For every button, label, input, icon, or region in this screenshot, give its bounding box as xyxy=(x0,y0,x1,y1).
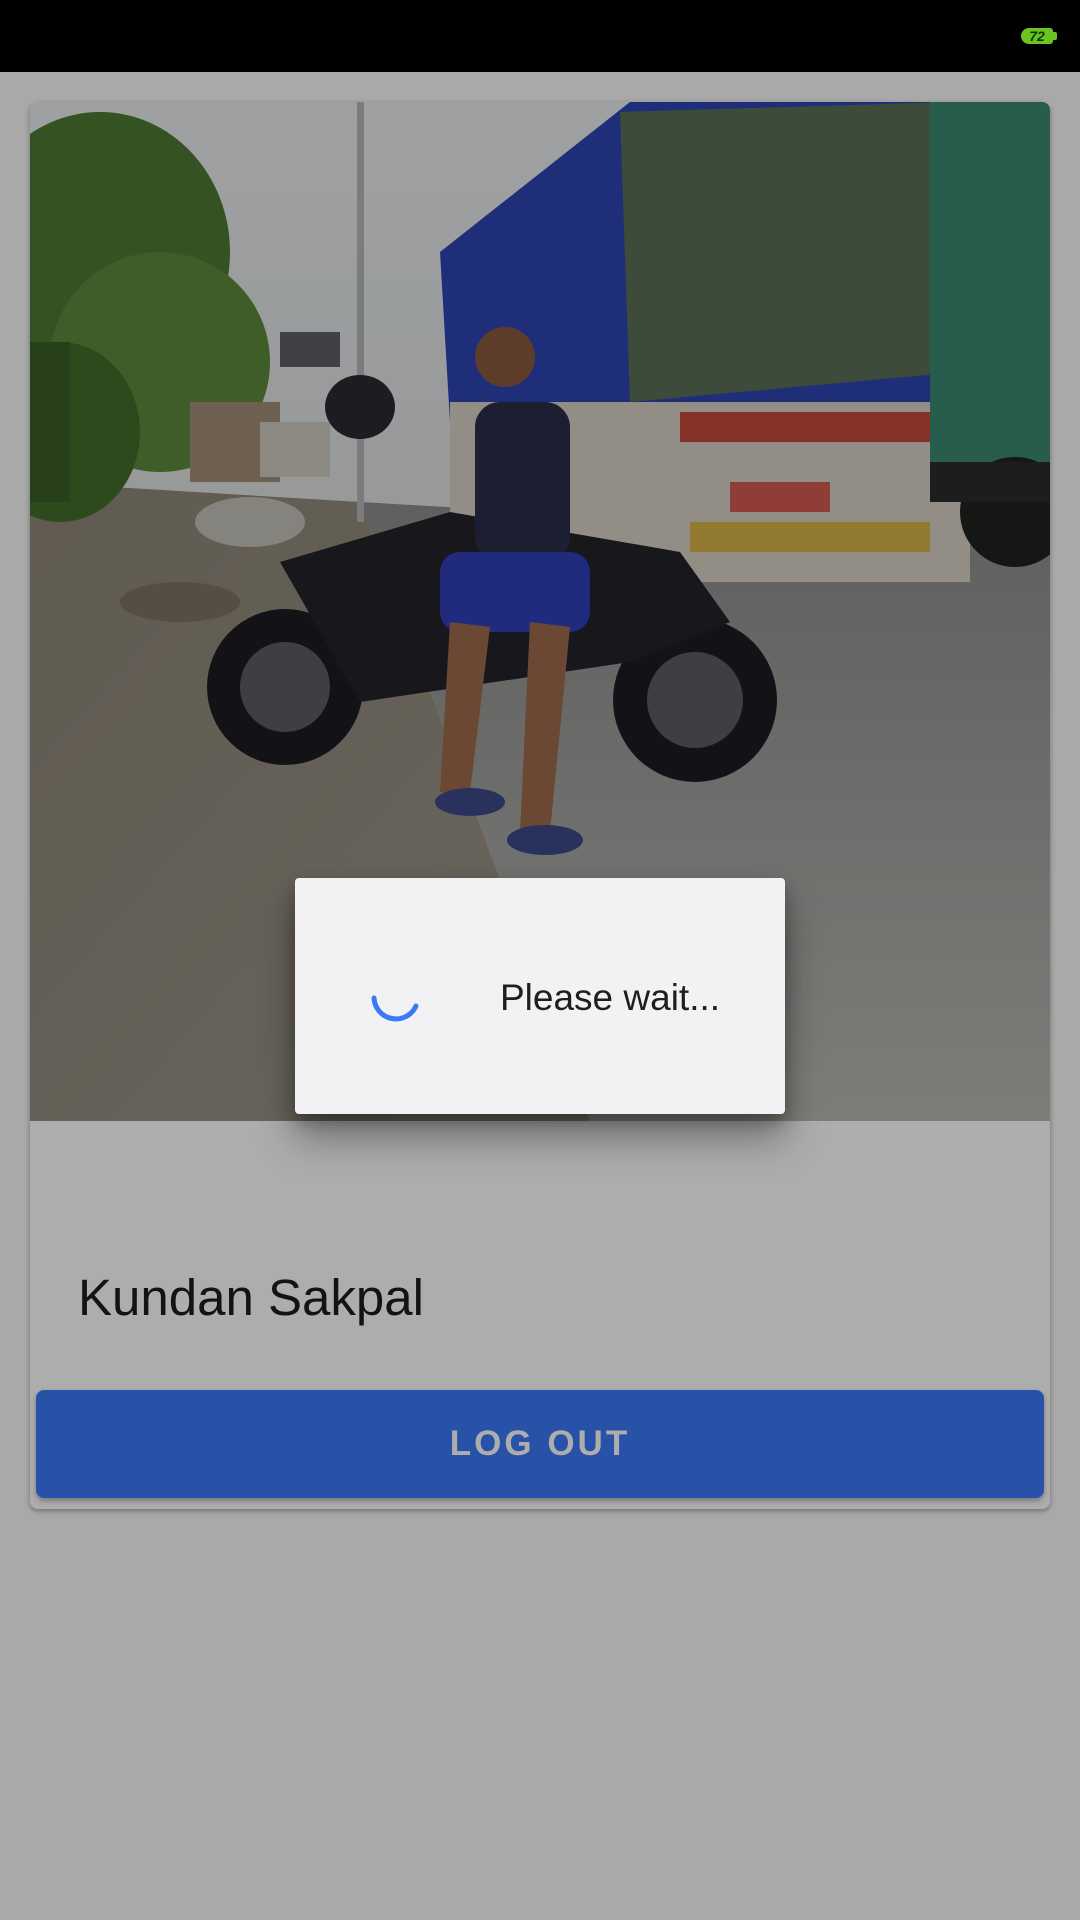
battery-icon: 72 xyxy=(1020,27,1058,45)
battery-level: 72 xyxy=(1029,28,1045,44)
progress-dialog: Please wait... xyxy=(295,878,785,1114)
dialog-message: Please wait... xyxy=(500,977,721,1018)
spinner-icon xyxy=(371,995,419,1022)
status-bar: 72 xyxy=(0,0,1080,72)
